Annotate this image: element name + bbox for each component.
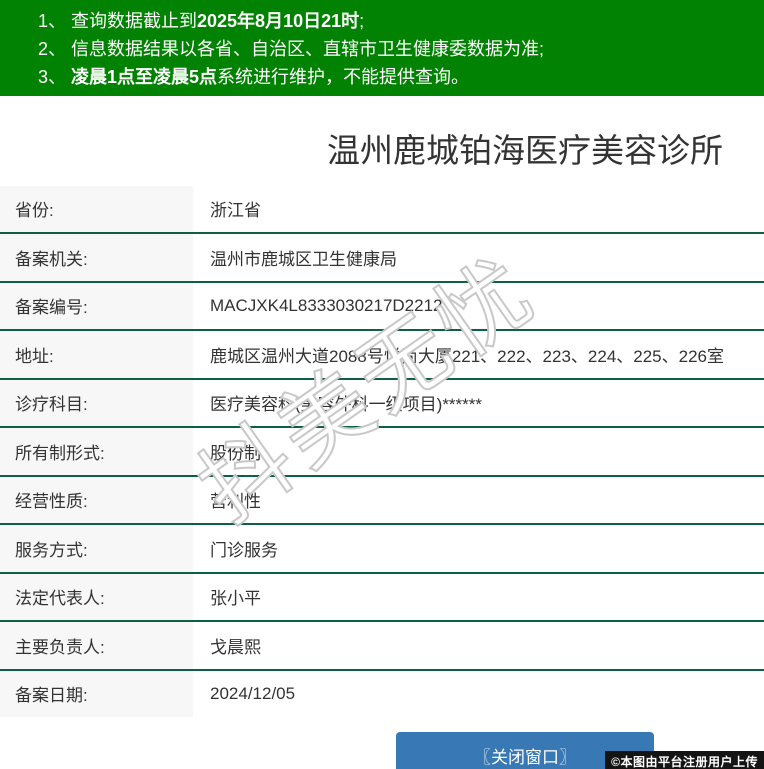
row-label: 地址: [0,331,193,378]
notice-line: 3、 凌晨1点至凌晨5点系统进行维护，不能提供查询。 [38,63,754,91]
table-row: 所有制形式: 股份制 [0,428,764,477]
row-value: 浙江省 [210,201,261,221]
table-row: 诊疗科目: 医疗美容科(美容外科一级项目)****** [0,379,764,429]
notice-segment-bold: 凌晨1点至凌晨5点 [71,67,218,87]
row-value: 股份制 [210,443,261,463]
row-label: 备案编号: [0,282,193,330]
table-row: 备案编号: MACJXK4L8333030217D2212 [0,282,764,332]
table-row: 经营性质: 营利性 [0,476,764,526]
row-value: 温州市鹿城区卫生健康局 [210,249,397,269]
table-row: 主要负责人: 戈晨熙 [0,622,764,671]
row-label: 法定代表人: [0,573,193,621]
table-row: 省份: 浙江省 [0,185,764,235]
notice-line: 2、 信息数据结果以各省、自治区、直辖市卫生健康委数据为准; [38,35,754,63]
notice-line: 1、 查询数据截止到2025年8月10日21时; [38,7,754,35]
row-value: 鹿城区温州大道2088号悦尚大厦221、222、223、224、225、226室 [210,346,725,366]
notice-segment: 1、 查询数据截止到 [38,11,198,31]
notice-segment-bold: 2025年8月10日21时 [197,11,360,31]
row-label: 诊疗科目: [0,379,193,427]
clinic-name-title: 温州鹿城铂海医疗美容诊所 [327,132,723,169]
notice-banner: 1、 查询数据截止到2025年8月10日21时; 2、 信息数据结果以各省、自治区… [0,0,764,96]
row-value: 戈晨熙 [210,637,261,657]
info-table: 省份: 浙江省 备案机关: 温州市鹿城区卫生健康局 备案编号: MACJXK4L83330… [0,185,764,718]
table-row: 法定代表人: 张小平 [0,573,764,623]
table-row: 备案机关: 温州市鹿城区卫生健康局 [0,234,764,283]
row-value: 医疗美容科(美容外科一级项目)****** [210,395,483,415]
row-value: 营利性 [210,492,261,512]
notice-segment: 2、 信息数据结果以各省、自治区、直辖市卫生健康委数据为准; [38,39,545,59]
row-label: 备案日期: [0,670,193,718]
row-value: 门诊服务 [210,540,278,560]
main-content: 温州鹿城铂海医疗美容诊所 省份: 浙江省 备案机关: 温州市鹿城区卫生健康局 备案编号:… [0,131,764,769]
row-label: 所有制形式: [0,428,193,475]
row-value: 张小平 [210,589,261,609]
row-label: 省份: [0,185,193,233]
row-label: 服务方式: [0,525,193,572]
notice-segment: 3、 [38,67,72,87]
table-row: 服务方式: 门诊服务 [0,525,764,574]
row-label: 备案机关: [0,234,193,281]
row-label: 主要负责人: [0,622,193,669]
table-row: 备案日期: 2024/12/05 [0,670,764,718]
upload-credit-badge: ©本图由平台注册用户上传 [605,751,764,769]
row-label: 经营性质: [0,476,193,524]
table-row: 地址: 鹿城区温州大道2088号悦尚大厦221、222、223、224、225、2… [0,331,764,380]
row-value: MACJXK4L8333030217D2212 [210,295,443,315]
notice-segment: ; [359,11,365,31]
notice-segment: 系统进行维护，不能提供查询。 [217,67,470,87]
row-value: 2024/12/05 [210,683,296,703]
